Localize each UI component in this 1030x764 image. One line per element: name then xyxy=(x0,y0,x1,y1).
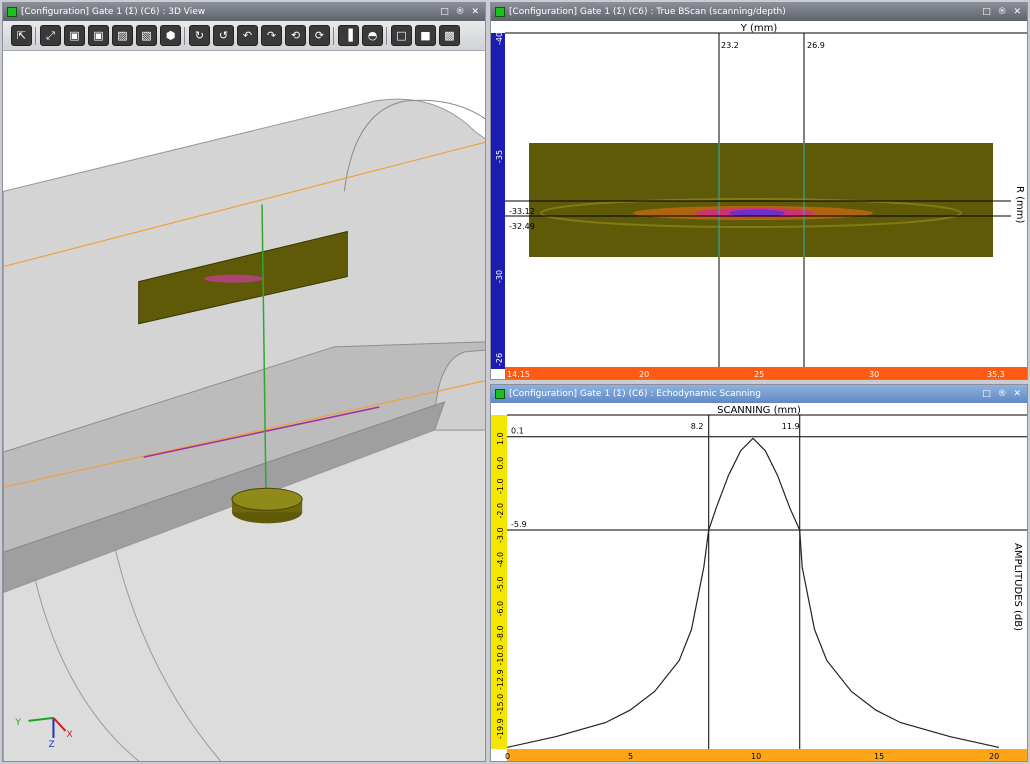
toolbar-separator xyxy=(35,27,36,45)
window-controls[interactable]: □ ® ✕ xyxy=(440,3,481,21)
bscan-top-axis-label: Y (mm) xyxy=(740,23,778,34)
echo-left-tick: -19.9 xyxy=(496,718,505,739)
echo-left-tick: -15.0 xyxy=(496,694,505,715)
toolbar-separator xyxy=(184,27,185,45)
echo-left-tick: -3.0 xyxy=(496,527,505,543)
panel-status-icon xyxy=(495,7,505,17)
echo-left-tick: -8.0 xyxy=(496,625,505,641)
rotate-right-button[interactable]: ↷ xyxy=(261,25,282,46)
window-controls[interactable]: □ ® ✕ xyxy=(982,3,1023,21)
echo-right-axis-label: AMPLITUDES (dB) xyxy=(1012,543,1023,631)
3d-view-titlebar[interactable]: [Configuration] Gate 1 (Σ) (C6) : 3D Vie… xyxy=(3,3,485,21)
rotate-cw-button[interactable]: ⟳ xyxy=(309,25,330,46)
bscan-left-tick: -30 xyxy=(495,270,504,283)
select-cursor-button[interactable]: ⇱ xyxy=(11,25,32,46)
echo-bottom-tick: 20 xyxy=(989,752,999,761)
bscan-cursor-y2-label: -32.49 xyxy=(509,222,535,231)
echodynamic-panel: [Configuration] Gate 1 (Σ) (C6) : Echody… xyxy=(490,384,1028,762)
echodynamic-title: [Configuration] Gate 1 (Σ) (C6) : Echody… xyxy=(509,389,761,399)
bscan-cursor-y1-label: -33.12 xyxy=(509,207,535,216)
hatch-button[interactable]: ▩ xyxy=(439,25,460,46)
bscan-cursor-x1-label: 23.2 xyxy=(721,41,739,50)
bscan-bottom-tick: 35.3 xyxy=(987,370,1005,379)
echo-left-tick: -10.0 xyxy=(496,645,505,666)
bscan-bottom-axis[interactable] xyxy=(505,367,1027,379)
echo-bottom-tick: 5 xyxy=(628,752,633,761)
panel-status-icon xyxy=(7,7,17,17)
toolbar-separator xyxy=(386,27,387,45)
echo-left-tick: -2.0 xyxy=(496,503,505,519)
bscan-bottom-tick: 25 xyxy=(754,370,764,379)
triad-x-label: X xyxy=(66,730,72,740)
echo-left-tick: 0.0 xyxy=(496,457,505,470)
fit-view-button[interactable]: ⤢ xyxy=(40,25,61,46)
echodynamic-chart[interactable]: SCANNING (mm) AMPLITUDES (dB) 1.0 0.0 -1.0… xyxy=(491,403,1027,761)
bscan-left-tick: -35 xyxy=(495,150,504,163)
window-controls[interactable]: □ ® ✕ xyxy=(982,385,1023,403)
3d-view-panel: [Configuration] Gate 1 (Σ) (C6) : 3D Vie… xyxy=(2,2,486,762)
view-right-button[interactable]: ▧ xyxy=(136,25,157,46)
bscan-left-tick: -40 xyxy=(495,32,504,45)
echo-cursor-x2-label: 11.9 xyxy=(782,422,800,431)
bscan-left-axis[interactable] xyxy=(491,33,505,369)
panel-status-icon xyxy=(495,389,505,399)
echo-left-tick: -5.0 xyxy=(496,576,505,592)
3d-view-toolbar: ⇱ ⤢ ▣ ▣ ▨ ▧ ⬢ ↻ ↺ ↶ ↷ ⟲ ⟳ ▐ ◓ □ ■ ▩ xyxy=(3,21,485,51)
bscan-echo-core xyxy=(729,209,785,217)
echo-left-tick: -1.0 xyxy=(496,478,505,494)
protractor-button[interactable]: ◓ xyxy=(362,25,383,46)
bscan-3d-indication xyxy=(203,274,265,283)
echo-bottom-tick: 0 xyxy=(505,752,510,761)
echo-left-tick: -12.9 xyxy=(496,669,505,690)
section-button[interactable]: ▐ xyxy=(338,25,359,46)
bscan-left-tick: -26 xyxy=(495,353,504,366)
echo-cursor-y2-label: -5.9 xyxy=(511,520,527,529)
3d-view-title: [Configuration] Gate 1 (Σ) (C6) : 3D Vie… xyxy=(21,7,206,17)
rotate-down-button[interactable]: ↻ xyxy=(189,25,210,46)
bscan-titlebar[interactable]: [Configuration] Gate 1 (Σ) (C6) : True B… xyxy=(491,3,1027,21)
view-front-button[interactable]: ▣ xyxy=(64,25,85,46)
view-back-button[interactable]: ▣ xyxy=(88,25,109,46)
echo-left-tick: -6.0 xyxy=(496,601,505,617)
triad-z-label: Z xyxy=(48,740,54,750)
transducer-top xyxy=(231,487,303,511)
rotate-up-button[interactable]: ↺ xyxy=(213,25,234,46)
triad-y-label: Y xyxy=(14,718,21,728)
bscan-panel: [Configuration] Gate 1 (Σ) (C6) : True B… xyxy=(490,2,1028,380)
bscan-plot[interactable]: Y (mm) R (mm) 23.2 26.9 -33.12 -32.49 -4… xyxy=(491,21,1027,379)
echo-bottom-tick: 15 xyxy=(874,752,884,761)
view-iso-button[interactable]: ⬢ xyxy=(160,25,181,46)
wireframe-button[interactable]: □ xyxy=(391,25,412,46)
bscan-right-axis-label: R (mm) xyxy=(1014,186,1025,224)
rotate-left-button[interactable]: ↶ xyxy=(237,25,258,46)
echo-bottom-axis[interactable] xyxy=(507,749,1027,761)
echo-left-tick: 1.0 xyxy=(496,432,505,445)
echo-left-tick: -4.0 xyxy=(496,552,505,568)
bscan-bottom-tick: 30 xyxy=(869,370,879,379)
3d-scene[interactable]: Y Z X xyxy=(3,51,486,762)
solid-button[interactable]: ■ xyxy=(415,25,436,46)
echo-cursor-y1-label: 0.1 xyxy=(511,427,524,436)
echodynamic-titlebar[interactable]: [Configuration] Gate 1 (Σ) (C6) : Echody… xyxy=(491,385,1027,403)
rotate-ccw-button[interactable]: ⟲ xyxy=(285,25,306,46)
echo-top-axis-label: SCANNING (mm) xyxy=(717,405,801,416)
view-left-button[interactable]: ▨ xyxy=(112,25,133,46)
bscan-title: [Configuration] Gate 1 (Σ) (C6) : True B… xyxy=(509,7,786,17)
echo-bottom-tick: 10 xyxy=(751,752,761,761)
bscan-cursor-x2-label: 26.9 xyxy=(807,41,825,50)
toolbar-separator xyxy=(333,27,334,45)
echo-cursor-x1-label: 8.2 xyxy=(691,422,704,431)
bscan-bottom-tick: 20 xyxy=(639,370,649,379)
bscan-bottom-tick: 14.15 xyxy=(507,370,530,379)
